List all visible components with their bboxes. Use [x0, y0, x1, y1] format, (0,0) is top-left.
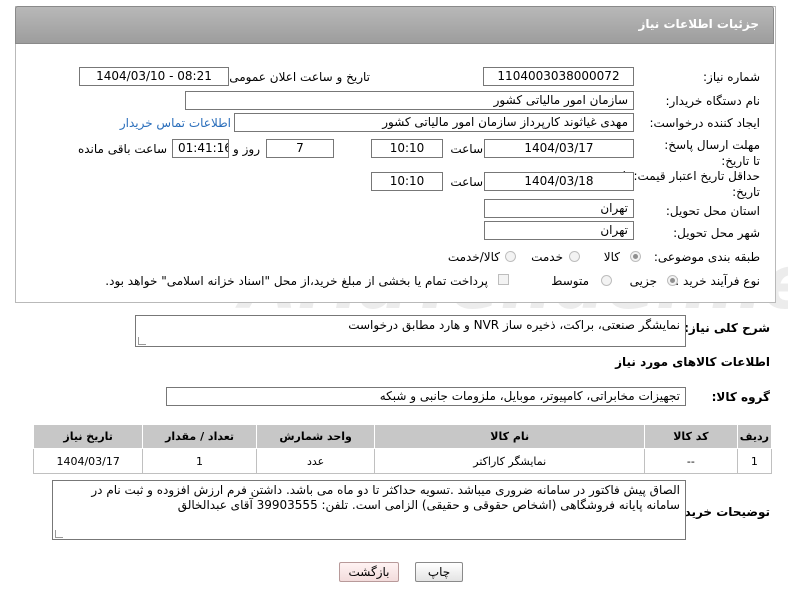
col-header-quantity: تعداد / مقدار: [142, 424, 257, 449]
category-label: طبقه بندی موضوعی:: [653, 250, 760, 264]
resize-handle-icon[interactable]: [55, 530, 63, 538]
payment-note: پرداخت تمام یا بخشی از مبلغ خرید،از محل …: [105, 274, 488, 288]
need-number-label: شماره نیاز:: [703, 70, 760, 84]
goods-section-title: اطلاعات کالاهای مورد نیاز: [615, 355, 770, 369]
process-partial-label: جزیی: [629, 274, 657, 288]
reply-deadline-label: مهلت ارسال پاسخ: تا تاریخ:: [664, 138, 760, 168]
buyer-org-field: سازمان امور مالیاتی کشور: [185, 91, 634, 110]
summary-label: شرح کلی نیاز:: [684, 321, 770, 335]
category-goods-radio[interactable]: [630, 251, 641, 262]
price-time-label: ساعت: [450, 175, 483, 189]
reply-date-field: 1404/03/17: [484, 139, 634, 158]
process-label: نوع فرآیند خرید :: [675, 274, 760, 288]
col-header-unit: واحد شمارش: [255, 424, 376, 449]
cell-quantity: 1: [142, 448, 257, 474]
treasury-payment-checkbox[interactable]: [498, 274, 509, 285]
cell-need-date: 1404/03/17: [32, 448, 144, 474]
table-header-row: ردیف کد کالا نام کالا واحد شمارش تعداد /…: [32, 424, 773, 449]
back-button[interactable]: بازگشت: [339, 562, 399, 582]
remaining-label: ساعت باقی مانده: [77, 142, 167, 156]
province-label: استان محل تحویل:: [665, 204, 760, 218]
need-number-field: 1104003038000072: [483, 67, 634, 86]
summary-text: نمایشگر صنعتی، براکت، ذخیره ساز NVR و ها…: [348, 318, 680, 332]
category-both-label: کالا/خدمت: [447, 250, 500, 264]
requester-label: ایجاد کننده درخواست:: [649, 116, 760, 130]
price-date-field: 1404/03/18: [484, 172, 634, 191]
days-field: 7: [266, 139, 334, 158]
col-header-row-number: ردیف: [736, 424, 773, 449]
process-partial-radio[interactable]: [667, 275, 678, 286]
page-title: جزئیات اطلاعات نیاز: [638, 17, 759, 31]
category-both-radio[interactable]: [505, 251, 516, 262]
panel-header: جزئیات اطلاعات نیاز: [15, 6, 774, 44]
province-field: تهران: [484, 199, 634, 218]
remaining-time-field: 01:41:16: [172, 139, 229, 158]
table-row: 1 -- نمایشگر کاراکتر عدد 1 1404/03/17: [32, 448, 773, 474]
col-header-need-date: تاریخ نیاز: [32, 424, 144, 449]
process-medium-radio[interactable]: [601, 275, 612, 286]
city-field: تهران: [484, 221, 634, 240]
buyer-org-label: نام دستگاه خریدار:: [665, 94, 761, 108]
print-button[interactable]: چاپ: [415, 562, 463, 582]
price-validity-label: حداقل تاریخ اعتبار قیمت: تا تاریخ:: [622, 169, 760, 199]
buyer-notes-textarea: الصاق پیش فاکتور در سامانه ضروری میباشد …: [52, 480, 686, 540]
days-label: روز و: [233, 142, 260, 156]
items-table: ردیف کد کالا نام کالا واحد شمارش تعداد /…: [32, 424, 773, 474]
goods-group-field: تجهیزات مخابراتی، کامپیوتر، موبایل، ملزو…: [166, 387, 686, 406]
resize-handle-icon[interactable]: [138, 337, 146, 345]
cell-item-code: --: [644, 448, 738, 474]
cell-unit: عدد: [255, 448, 376, 474]
goods-group-label: گروه کالا:: [711, 390, 770, 404]
cell-item-name: نمایشگر کاراکتر: [374, 448, 646, 474]
announce-label: تاریخ و ساعت اعلان عمومی:: [225, 70, 370, 84]
category-service-label: خدمت: [531, 250, 563, 264]
reply-time-label: ساعت: [450, 142, 483, 156]
category-goods-label: کالا: [603, 250, 620, 264]
announce-field: 1404/03/10 - 08:21: [79, 67, 229, 86]
process-medium-label: متوسط: [551, 274, 589, 288]
col-header-item-name: نام کالا: [374, 424, 646, 449]
summary-textarea: نمایشگر صنعتی، براکت، ذخیره ساز NVR و ها…: [135, 315, 686, 347]
buyer-notes-text: الصاق پیش فاکتور در سامانه ضروری میباشد …: [91, 483, 680, 512]
cell-row-number: 1: [736, 448, 773, 474]
category-service-radio[interactable]: [569, 251, 580, 262]
price-time-field: 10:10: [371, 172, 443, 191]
requester-field: مهدی غیاثوند کارپرداز سازمان امور مالیات…: [234, 113, 634, 132]
col-header-item-code: کد کالا: [644, 424, 738, 449]
reply-time-field: 10:10: [371, 139, 443, 158]
buyer-contact-link[interactable]: اطلاعات تماس خریدار: [120, 116, 231, 130]
city-label: شهر محل تحویل:: [673, 226, 760, 240]
